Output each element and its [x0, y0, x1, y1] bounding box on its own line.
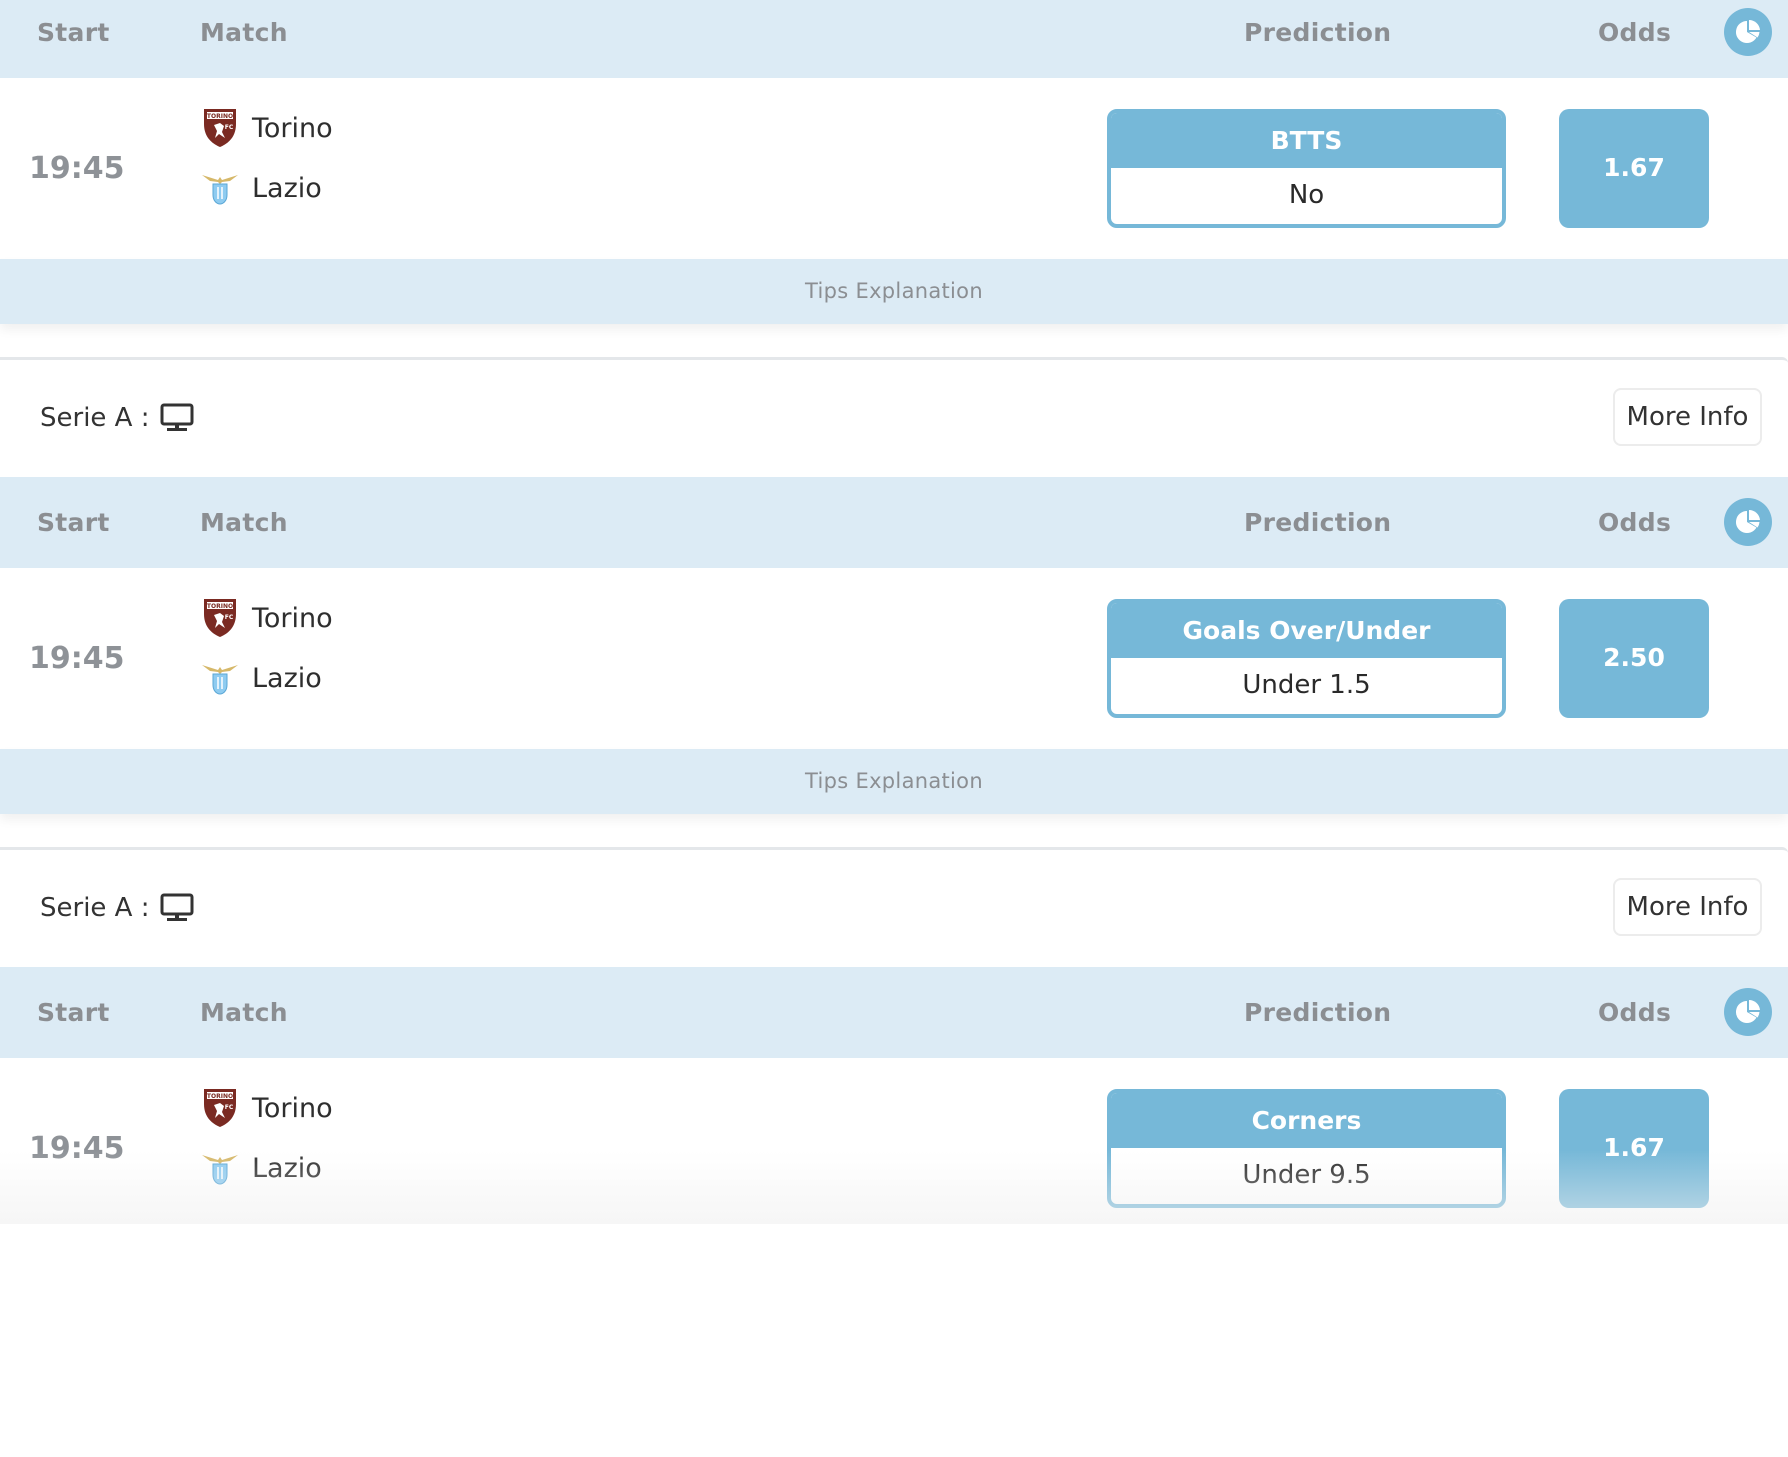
match-start-time: 19:45	[29, 641, 125, 676]
away-team[interactable]: Lazio	[200, 166, 322, 210]
tips-explanation-button[interactable]: Tips Explanation	[0, 749, 1788, 814]
match-start-time: 19:45	[29, 1131, 125, 1166]
svg-text:TORINO: TORINO	[207, 1093, 233, 1100]
pie-chart-icon[interactable]	[1724, 498, 1772, 546]
tv-icon	[160, 403, 194, 437]
table-header: Start Match Prediction Odds	[0, 477, 1788, 568]
away-team-name: Lazio	[252, 1152, 322, 1184]
prediction-pick: No	[1288, 180, 1325, 210]
svg-text:FC: FC	[225, 1104, 234, 1111]
match-row: 19:45 TORINO FC Torino Lazio Goals Over/U…	[0, 568, 1788, 749]
away-team[interactable]: Lazio	[200, 656, 322, 700]
home-team[interactable]: TORINO FC Torino	[200, 1086, 333, 1130]
table-header: Start Match Prediction Odds	[0, 0, 1788, 78]
match-block: Start Match Prediction Odds 19:45 TORINO…	[0, 967, 1788, 1457]
more-info-button[interactable]: More Info	[1613, 388, 1762, 446]
header-start: Start	[37, 508, 110, 537]
prediction-market: BTTS	[1111, 113, 1502, 168]
league-label: Serie A :	[40, 403, 150, 433]
lazio-crest-icon	[200, 1146, 240, 1190]
home-team-name: Torino	[252, 112, 333, 144]
league-row: Serie A : More Info	[0, 847, 1788, 967]
lazio-crest-icon	[200, 656, 240, 700]
pie-chart-icon[interactable]	[1724, 988, 1772, 1036]
header-start: Start	[37, 998, 110, 1027]
odds-button[interactable]: 1.67	[1559, 1089, 1709, 1208]
tv-icon	[160, 893, 194, 927]
prediction-box[interactable]: BTTS No	[1107, 109, 1506, 228]
header-match: Match	[200, 508, 288, 537]
away-team[interactable]: Lazio	[200, 1146, 322, 1190]
header-match: Match	[200, 998, 288, 1027]
prediction-pick: Under 1.5	[1242, 670, 1371, 700]
header-odds: Odds	[1598, 508, 1672, 537]
header-odds: Odds	[1598, 18, 1672, 47]
prediction-box[interactable]: Corners Under 9.5	[1107, 1089, 1506, 1208]
header-start: Start	[37, 18, 110, 47]
svg-text:FC: FC	[225, 614, 234, 621]
away-team-name: Lazio	[252, 172, 322, 204]
torino-crest-icon: TORINO FC	[200, 106, 240, 150]
away-team-name: Lazio	[252, 662, 322, 694]
league-row: Serie A : More Info	[0, 357, 1788, 477]
header-prediction: Prediction	[1244, 998, 1392, 1027]
home-team-name: Torino	[252, 1092, 333, 1124]
svg-text:FC: FC	[225, 124, 234, 131]
pie-chart-icon[interactable]	[1724, 8, 1772, 56]
header-prediction: Prediction	[1244, 18, 1392, 47]
prediction-pick: Under 9.5	[1242, 1160, 1371, 1190]
more-info-button[interactable]: More Info	[1613, 878, 1762, 936]
lazio-crest-icon	[200, 166, 240, 210]
odds-button[interactable]: 2.50	[1559, 599, 1709, 718]
prediction-market: Corners	[1111, 1093, 1502, 1148]
header-match: Match	[200, 18, 288, 47]
home-team-name: Torino	[252, 602, 333, 634]
svg-text:TORINO: TORINO	[207, 603, 233, 610]
torino-crest-icon: TORINO FC	[200, 596, 240, 640]
home-team[interactable]: TORINO FC Torino	[200, 106, 333, 150]
header-odds: Odds	[1598, 998, 1672, 1027]
header-prediction: Prediction	[1244, 508, 1392, 537]
league-label: Serie A :	[40, 893, 150, 923]
home-team[interactable]: TORINO FC Torino	[200, 596, 333, 640]
match-block: Start Match Prediction Odds 19:45 TORINO…	[0, 0, 1788, 477]
match-row: 19:45 TORINO FC Torino Lazio Corners Unde…	[0, 1058, 1788, 1239]
svg-text:TORINO: TORINO	[207, 113, 233, 120]
match-row: 19:45 TORINO FC Torino Lazio BTTS No 1.67	[0, 78, 1788, 259]
match-start-time: 19:45	[29, 151, 125, 186]
prediction-market: Goals Over/Under	[1111, 603, 1502, 658]
table-header: Start Match Prediction Odds	[0, 967, 1788, 1058]
match-block: Start Match Prediction Odds 19:45 TORINO…	[0, 477, 1788, 967]
prediction-box[interactable]: Goals Over/Under Under 1.5	[1107, 599, 1506, 718]
tips-explanation-button[interactable]: Tips Explanation	[0, 259, 1788, 324]
torino-crest-icon: TORINO FC	[200, 1086, 240, 1130]
odds-button[interactable]: 1.67	[1559, 109, 1709, 228]
